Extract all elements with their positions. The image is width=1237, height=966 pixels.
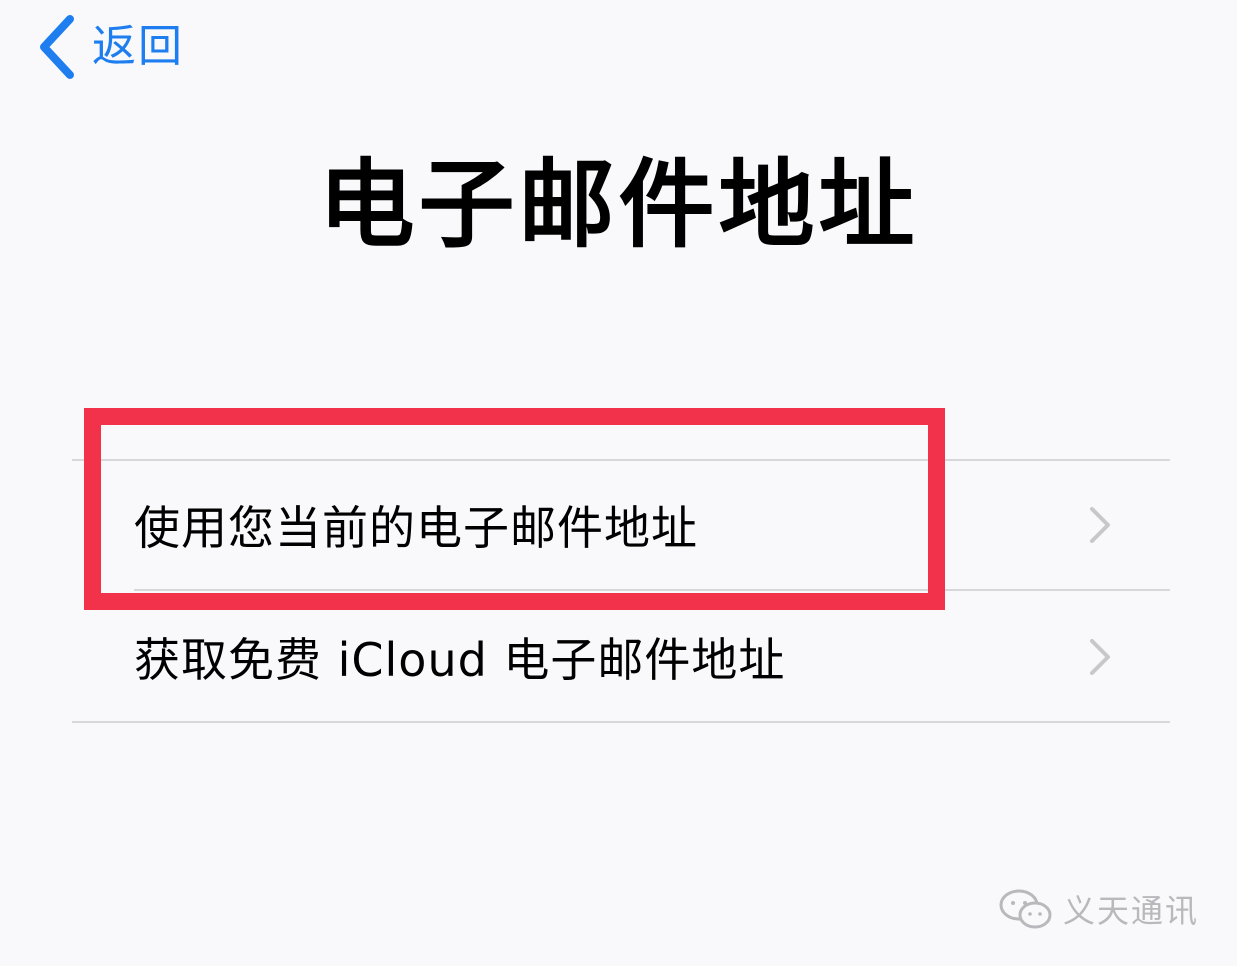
get-free-icloud-email-option[interactable]: 获取免费 iCloud 电子邮件地址 xyxy=(72,593,1170,721)
chevron-right-icon xyxy=(1090,507,1110,543)
list-divider-bottom xyxy=(72,721,1170,723)
back-button[interactable]: 返回 xyxy=(36,12,184,82)
option-label: 获取免费 iCloud 电子邮件地址 xyxy=(134,633,786,687)
wechat-icon xyxy=(999,889,1052,929)
back-label: 返回 xyxy=(92,21,184,72)
page-title: 电子邮件地址 xyxy=(318,149,919,261)
chevron-right-icon xyxy=(1090,639,1110,675)
watermark: 义天通讯 xyxy=(997,886,1199,932)
watermark-text: 义天通讯 xyxy=(1062,892,1199,930)
highlight-annotation-box xyxy=(84,408,945,610)
chevron-left-icon xyxy=(40,15,74,79)
